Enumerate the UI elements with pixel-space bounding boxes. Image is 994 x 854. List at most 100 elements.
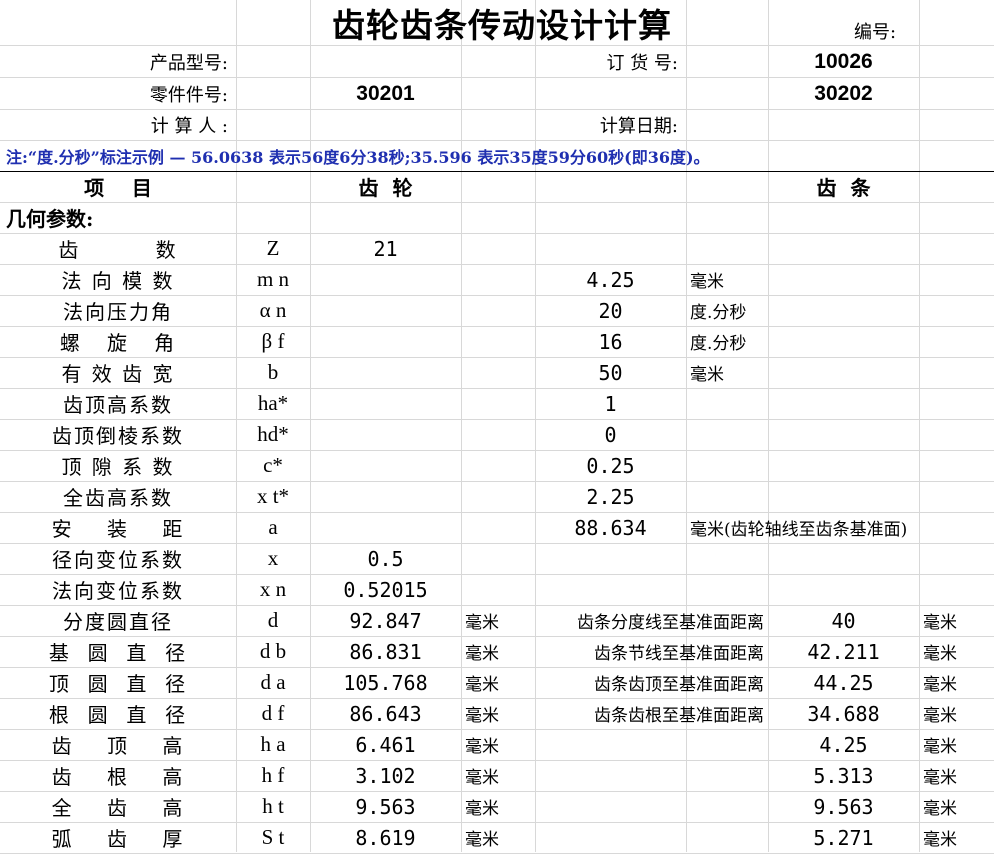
gear-value[interactable]: [310, 388, 461, 419]
rack-unit: [919, 295, 994, 326]
param-value[interactable]: 88.634: [535, 512, 686, 543]
gear-value[interactable]: 8.619: [310, 822, 461, 853]
param-symbol: d a: [260, 670, 286, 694]
rack-unit: [919, 357, 994, 388]
param-value[interactable]: [535, 729, 686, 760]
param-symbol: m n: [256, 267, 290, 291]
rack-value[interactable]: [768, 543, 919, 574]
gear-value[interactable]: [310, 357, 461, 388]
rack-value[interactable]: 4.25: [768, 729, 919, 760]
rack-value[interactable]: 5.313: [768, 760, 919, 791]
param-name: 齿 根 高: [51, 765, 185, 789]
rack-value[interactable]: 34.688: [768, 698, 919, 729]
param-value[interactable]: 2.25: [535, 481, 686, 512]
param-symbol: α n: [259, 298, 287, 322]
param-symbol: c*: [263, 453, 283, 477]
param-name: 齿 顶 高: [51, 734, 185, 758]
param-name: 安 装 距: [51, 517, 185, 541]
param-value[interactable]: 0.25: [535, 450, 686, 481]
param-symbol: d f: [261, 701, 285, 725]
param-symbol: β f: [261, 329, 285, 353]
gear-value[interactable]: 3.102: [310, 760, 461, 791]
rack-value[interactable]: [768, 574, 919, 605]
rack-value[interactable]: [768, 512, 919, 543]
gear-value[interactable]: [310, 481, 461, 512]
format-note: 注:“度.分秒”标注示例 — 56.0638 表示56度6分38秒;35.596…: [6, 147, 710, 167]
param-value[interactable]: [535, 233, 686, 264]
part-no-label: 零件件号:: [149, 84, 228, 106]
part-no-gear[interactable]: 30201: [310, 78, 461, 109]
gear-value[interactable]: [310, 419, 461, 450]
param-symbol: h a: [260, 732, 286, 756]
rack-unit: 毫米: [923, 799, 957, 819]
param-name: 全 齿 高: [51, 796, 185, 820]
rack-unit: 毫米: [923, 830, 957, 850]
param-name: 顶 隙 系 数: [61, 455, 175, 479]
param-value[interactable]: [535, 574, 686, 605]
gear-value[interactable]: [310, 450, 461, 481]
rack-value[interactable]: [768, 357, 919, 388]
rack-value[interactable]: 40: [768, 605, 919, 636]
rack-value[interactable]: [768, 388, 919, 419]
rack-value[interactable]: 44.25: [768, 667, 919, 698]
rack-value[interactable]: 5.271: [768, 822, 919, 853]
rack-value[interactable]: [768, 450, 919, 481]
param-value[interactable]: [535, 760, 686, 791]
calc-date-label: 计算日期:: [599, 115, 678, 137]
rack-unit: [919, 419, 994, 450]
param-value[interactable]: [535, 791, 686, 822]
gear-value[interactable]: 92.847: [310, 605, 461, 636]
param-symbol: h f: [261, 763, 285, 787]
param-value[interactable]: 16: [535, 326, 686, 357]
param-name: 分度圆直径: [63, 610, 173, 634]
rack-value[interactable]: [768, 419, 919, 450]
rack-value[interactable]: [768, 481, 919, 512]
rack-unit: 毫米: [923, 644, 957, 664]
gear-unit: [461, 450, 535, 481]
rack-value[interactable]: 42.211: [768, 636, 919, 667]
rack-unit: [919, 574, 994, 605]
rack-value[interactable]: 9.563: [768, 791, 919, 822]
rack-value[interactable]: [768, 264, 919, 295]
header-gear: 齿 轮: [358, 176, 413, 200]
param-value[interactable]: [535, 543, 686, 574]
order-no-value[interactable]: 10026: [768, 46, 919, 77]
param-symbol: x n: [259, 577, 287, 601]
rack-value[interactable]: [768, 295, 919, 326]
product-model-label: 产品型号:: [149, 52, 228, 74]
gear-unit: [461, 388, 535, 419]
rack-value[interactable]: [768, 233, 919, 264]
param-name: 径向变位系数: [52, 548, 184, 572]
param-value[interactable]: 4.25: [535, 264, 686, 295]
gear-unit: [461, 512, 535, 543]
gear-value[interactable]: 0.52015: [310, 574, 461, 605]
param-value[interactable]: 1: [535, 388, 686, 419]
gear-unit: [461, 295, 535, 326]
gear-value[interactable]: [310, 326, 461, 357]
rack-value[interactable]: [768, 326, 919, 357]
gear-unit: [461, 419, 535, 450]
rack-unit: 毫米: [923, 613, 957, 633]
gear-value[interactable]: [310, 295, 461, 326]
gear-unit: [461, 543, 535, 574]
gear-value[interactable]: 105.768: [310, 667, 461, 698]
param-value[interactable]: [535, 822, 686, 853]
part-no-rack[interactable]: 30202: [768, 78, 919, 109]
gear-value[interactable]: 9.563: [310, 791, 461, 822]
gear-value[interactable]: 6.461: [310, 729, 461, 760]
rack-unit: [919, 233, 994, 264]
param-symbol: ha*: [257, 391, 289, 415]
rack-unit: [919, 388, 994, 419]
param-value[interactable]: 20: [535, 295, 686, 326]
gear-value[interactable]: [310, 512, 461, 543]
gear-value[interactable]: 86.831: [310, 636, 461, 667]
param-value[interactable]: 50: [535, 357, 686, 388]
param-value[interactable]: 0: [535, 419, 686, 450]
gear-unit: [461, 357, 535, 388]
param-symbol: b: [267, 360, 279, 384]
gear-value[interactable]: 21: [310, 233, 461, 264]
gear-value[interactable]: 0.5: [310, 543, 461, 574]
gear-value[interactable]: 86.643: [310, 698, 461, 729]
gear-unit: [461, 326, 535, 357]
gear-value[interactable]: [310, 264, 461, 295]
